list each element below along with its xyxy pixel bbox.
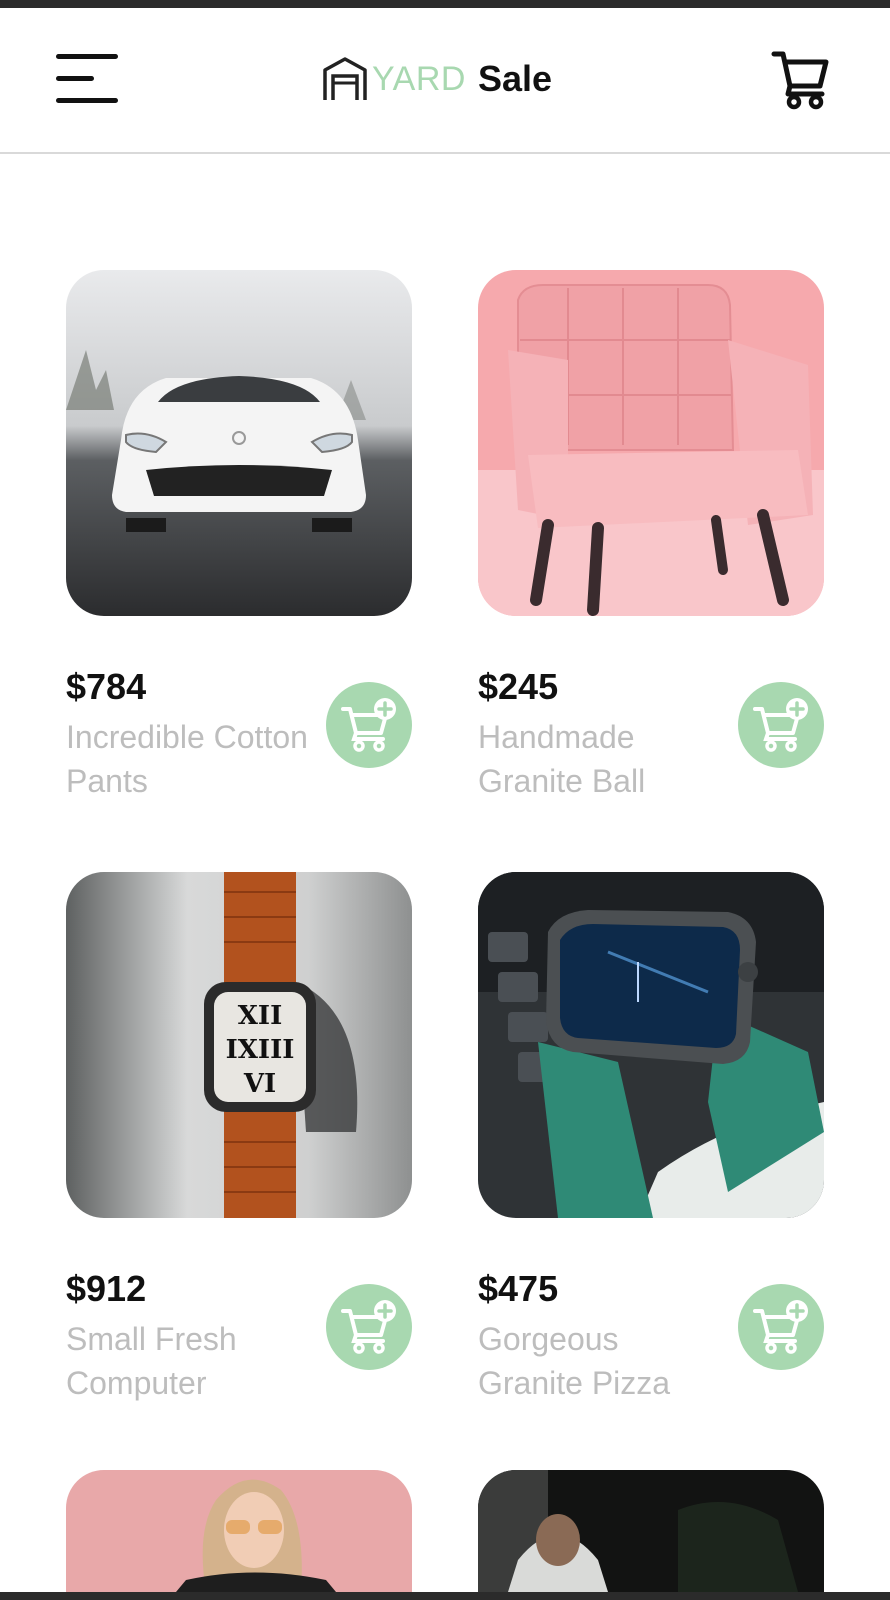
product-name: Gorgeous Granite Pizza: [478, 1321, 671, 1401]
product-image[interactable]: [478, 270, 824, 616]
status-bar: [0, 0, 890, 8]
garage-icon: [323, 57, 367, 100]
product-name: Small Fresh Computer: [66, 1321, 237, 1401]
product-image[interactable]: [478, 872, 824, 1218]
product-name: Handmade Granite Ball: [478, 719, 646, 799]
product-image[interactable]: XII IXIII VI: [66, 872, 412, 1218]
menu-line: [56, 54, 118, 59]
menu-line: [56, 98, 118, 103]
product-price: $245: [478, 666, 559, 707]
product-image[interactable]: [66, 1470, 412, 1592]
app-logo[interactable]: YARD Sale: [322, 54, 552, 104]
cart-plus-icon: [753, 698, 808, 752]
add-to-cart-button[interactable]: [326, 1284, 412, 1370]
product-price: $784: [66, 666, 147, 707]
app-header: YARD Sale: [0, 8, 890, 154]
add-to-cart-button[interactable]: [738, 1284, 824, 1370]
svg-text:XII: XII: [238, 1001, 283, 1031]
menu-line: [56, 76, 94, 81]
svg-text:VI: VI: [243, 1069, 276, 1099]
product-image[interactable]: [478, 1470, 824, 1592]
product-image[interactable]: [66, 270, 412, 616]
svg-text:IXIII: IXIII: [226, 1035, 295, 1065]
add-to-cart-button[interactable]: [738, 682, 824, 768]
cart-plus-icon: [753, 1300, 808, 1354]
product-price: $912: [66, 1268, 147, 1309]
add-to-cart-button[interactable]: [326, 682, 412, 768]
cart-plus-icon: [341, 1300, 396, 1354]
logo-text-yard: YARD: [372, 59, 466, 98]
logo-text-sale: Sale: [477, 58, 553, 99]
product-name: Incredible Cotton Pants: [66, 719, 308, 799]
menu-button[interactable]: [56, 54, 122, 106]
cart-button[interactable]: [770, 48, 832, 110]
cart-plus-icon: [341, 698, 396, 752]
navigation-bar: [0, 1592, 890, 1600]
product-price: $475: [478, 1268, 559, 1309]
cart-icon: [771, 51, 829, 110]
